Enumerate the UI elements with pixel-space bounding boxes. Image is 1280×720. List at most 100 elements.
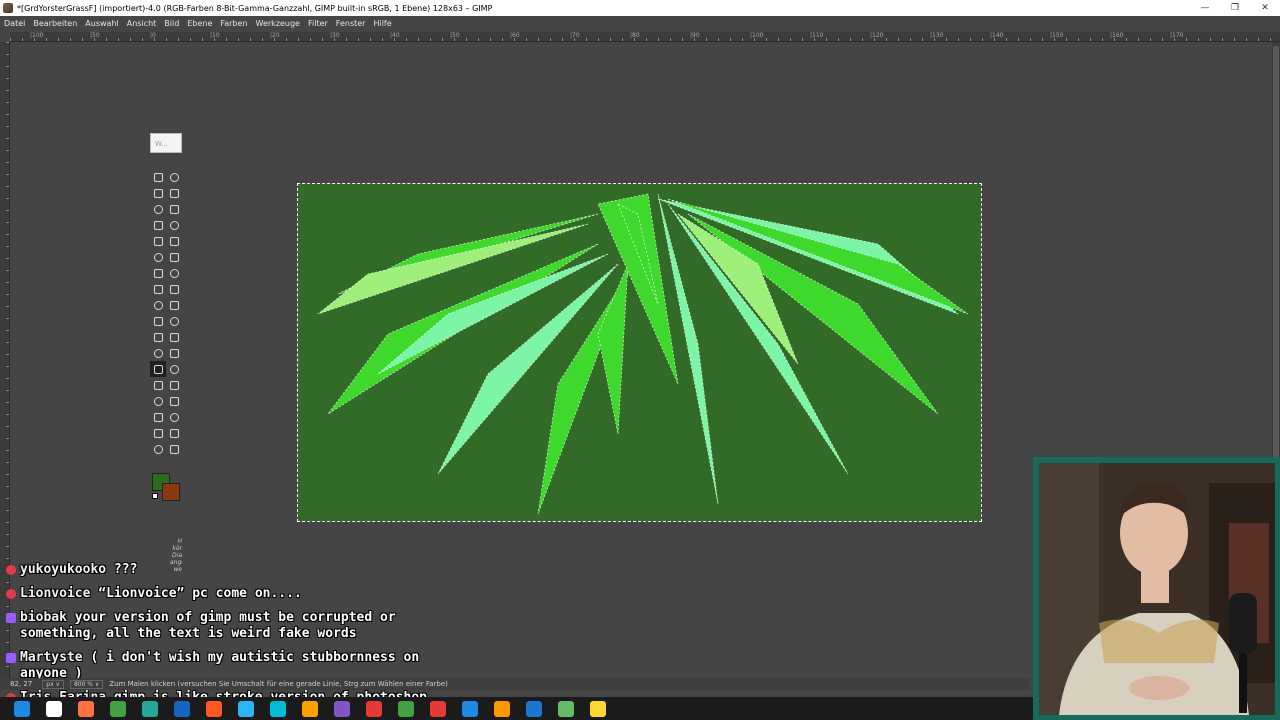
close-button[interactable]: ✕ xyxy=(1250,3,1280,13)
restore-button[interactable]: ❐ xyxy=(1220,3,1250,13)
handle-transform-tool-icon[interactable] xyxy=(150,329,166,345)
taskbar-app-icon[interactable] xyxy=(302,700,318,717)
chat-username: Lionvoice xyxy=(20,586,91,601)
menu-farben[interactable]: Farben xyxy=(220,19,247,28)
cage-tool-icon[interactable] xyxy=(150,313,166,329)
toolbox-header[interactable]: W... xyxy=(150,133,182,153)
ruler-label: |20 xyxy=(270,32,280,39)
image-canvas[interactable] xyxy=(297,183,982,522)
menu-hilfe[interactable]: Hilfe xyxy=(373,19,391,28)
ruler-label: |110 xyxy=(810,32,824,39)
horizontal-ruler[interactable]: |100 |50 |0 |10 |20 |30 |40 |50 |60 |70 |80 |90 |100… xyxy=(10,32,1280,42)
background-color-swatch[interactable] xyxy=(162,483,180,501)
taskbar-app-icon[interactable] xyxy=(590,700,606,717)
zoom-select[interactable]: 800 % ∨ xyxy=(69,679,104,689)
blur-tool-icon[interactable] xyxy=(166,441,182,457)
taskbar-app-icon[interactable] xyxy=(526,700,542,717)
bucket-fill-tool-icon[interactable] xyxy=(150,345,166,361)
ruler-label: |50 xyxy=(90,32,100,39)
taskbar-app-icon[interactable] xyxy=(14,700,30,717)
clone-tool-icon[interactable] xyxy=(150,409,166,425)
ruler-label: |150 xyxy=(1050,32,1064,39)
unified-transform-tool-icon[interactable] xyxy=(166,265,182,281)
vertical-ruler[interactable] xyxy=(0,42,10,678)
window-title: *[GrdYorsterGrassF] (importiert)-4.0 (RG… xyxy=(17,3,493,13)
ruler-label: |140 xyxy=(990,32,1004,39)
ink-tool-icon[interactable] xyxy=(150,393,166,409)
perspective-tool-icon[interactable] xyxy=(150,297,166,313)
ruler-label: |50 xyxy=(450,32,460,39)
taskbar-app-icon[interactable] xyxy=(462,700,478,717)
text-tool-icon[interactable] xyxy=(166,329,182,345)
menu-werkzeuge[interactable]: Werkzeuge xyxy=(256,19,300,28)
taskbar-app-icon[interactable] xyxy=(558,700,574,717)
menu-fenster[interactable]: Fenster xyxy=(336,19,366,28)
move-tool-icon[interactable] xyxy=(166,249,182,265)
taskbar-app-icon[interactable] xyxy=(334,700,350,717)
taskbar-app-icon[interactable] xyxy=(398,700,414,717)
taskbar-app-icon[interactable] xyxy=(270,700,286,717)
toolbox: W... H kör Dia ange we xyxy=(150,133,183,583)
chat-badge-icon xyxy=(6,588,16,599)
smudge-tool-icon[interactable] xyxy=(150,425,166,441)
taskbar-app-icon[interactable] xyxy=(238,700,254,717)
crop-tool-icon[interactable] xyxy=(150,265,166,281)
free-select-tool-icon[interactable] xyxy=(150,185,166,201)
minimize-button[interactable]: — xyxy=(1190,3,1220,13)
pointer-coords: 82, 27 xyxy=(10,680,33,688)
taskbar-app-icon[interactable] xyxy=(110,700,126,717)
blend-tool-icon[interactable] xyxy=(166,345,182,361)
taskbar-app-icon[interactable] xyxy=(366,700,382,717)
mypaint-tool-icon[interactable] xyxy=(166,393,182,409)
unit-select[interactable]: px ∨ xyxy=(42,679,64,689)
measure-tool-icon[interactable] xyxy=(166,233,182,249)
warp-tool-icon[interactable] xyxy=(166,313,182,329)
taskbar-app-icon[interactable] xyxy=(46,700,62,717)
color-swatches[interactable] xyxy=(152,473,182,503)
menu-ansicht[interactable]: Ansicht xyxy=(127,19,157,28)
tool-grid xyxy=(150,169,183,457)
default-colors-icon[interactable] xyxy=(152,493,158,499)
ruler-label: |90 xyxy=(690,32,700,39)
chat-badge-icon xyxy=(6,612,16,623)
fuzzy-select-tool-icon[interactable] xyxy=(166,185,182,201)
taskbar-app-icon[interactable] xyxy=(430,700,446,717)
menu-auswahl[interactable]: Auswahl xyxy=(85,19,118,28)
taskbar-app-icon[interactable] xyxy=(142,700,158,717)
dodge-tool-icon[interactable] xyxy=(166,425,182,441)
rect-select-tool-icon[interactable] xyxy=(150,169,166,185)
taskbar-app-icon[interactable] xyxy=(78,700,94,717)
webcam-overlay xyxy=(1033,457,1280,720)
menu-bearbeiten[interactable]: Bearbeiten xyxy=(33,19,77,28)
paths-tool-icon[interactable] xyxy=(150,233,166,249)
ruler-label: |10 xyxy=(210,32,220,39)
shear-tool-icon[interactable] xyxy=(166,281,182,297)
pencil-tool-icon[interactable] xyxy=(166,361,182,377)
ruler-label: |0 xyxy=(150,32,156,39)
taskbar-app-icon[interactable] xyxy=(174,700,190,717)
heal-tool-icon[interactable] xyxy=(166,409,182,425)
foreground-select-tool-icon[interactable] xyxy=(150,217,166,233)
paintbrush-tool-icon[interactable] xyxy=(150,361,166,377)
ruler-label: |80 xyxy=(630,32,640,39)
flip-tool-icon[interactable] xyxy=(166,297,182,313)
color-picker-tool-icon[interactable] xyxy=(150,441,166,457)
taskbar-app-icon[interactable] xyxy=(494,700,510,717)
chat-username: biobak xyxy=(20,610,67,625)
menu-filter[interactable]: Filter xyxy=(308,19,328,28)
zoom-tool-icon[interactable] xyxy=(166,217,182,233)
scissors-tool-icon[interactable] xyxy=(166,201,182,217)
eraser-tool-icon[interactable] xyxy=(150,377,166,393)
align-tool-icon[interactable] xyxy=(150,249,166,265)
chat-text: ??? xyxy=(113,562,138,577)
menu-ebene[interactable]: Ebene xyxy=(187,19,212,28)
rotate-tool-icon[interactable] xyxy=(150,281,166,297)
menu-datei[interactable]: Datei xyxy=(4,19,25,28)
airbrush-tool-icon[interactable] xyxy=(166,377,182,393)
chat-text-line2: something, all the text is weird fake wo… xyxy=(20,626,357,641)
menu-bild[interactable]: Bild xyxy=(164,19,179,28)
ellipse-select-tool-icon[interactable] xyxy=(166,169,182,185)
select-by-color-tool-icon[interactable] xyxy=(150,201,166,217)
taskbar-app-icon[interactable] xyxy=(206,700,222,717)
streamer-image xyxy=(1039,463,1275,715)
